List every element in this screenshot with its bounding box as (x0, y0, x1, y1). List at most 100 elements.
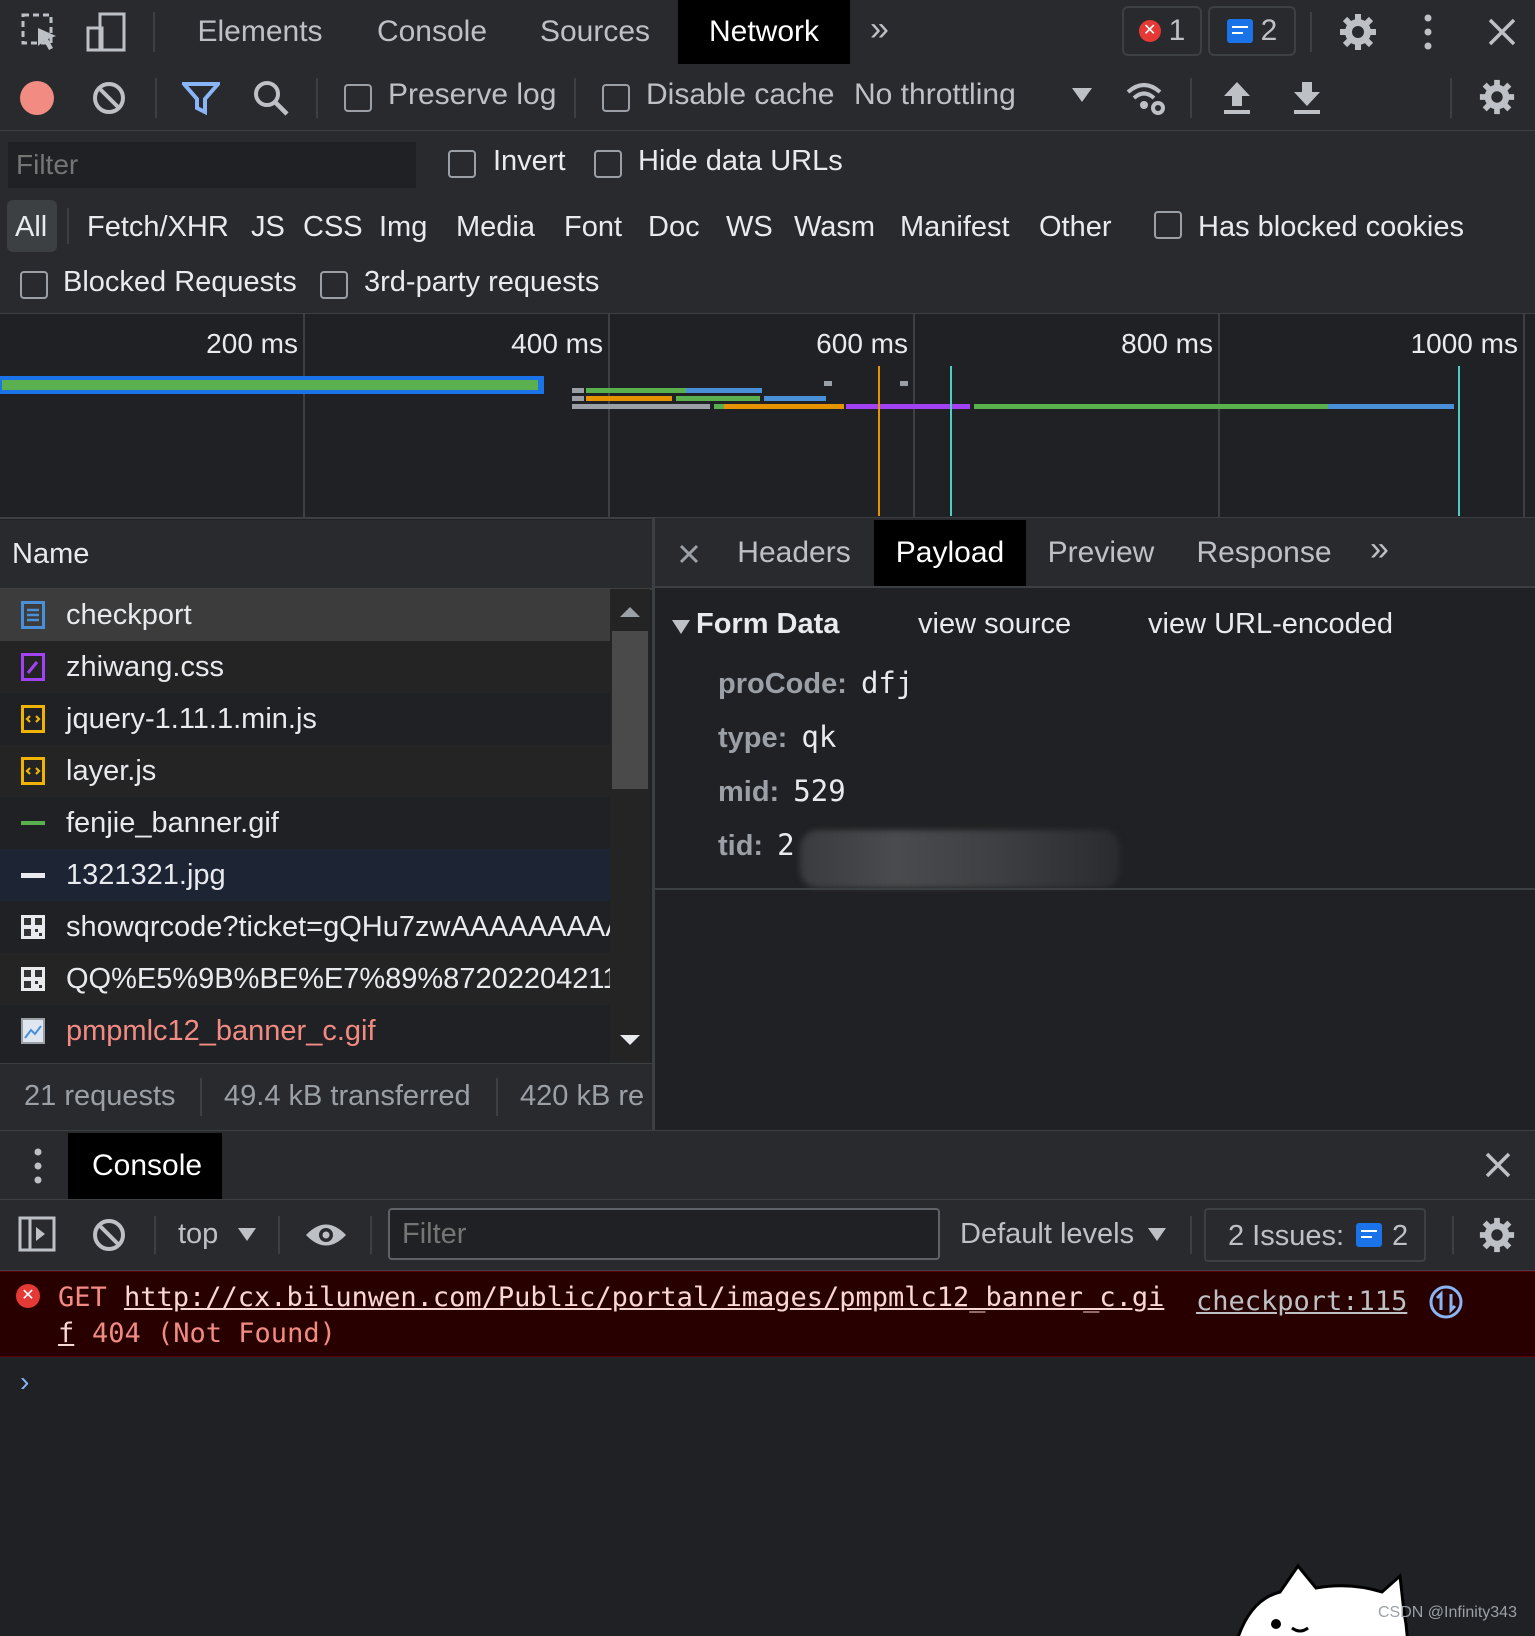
tab-console[interactable]: Console (352, 0, 512, 64)
detail-tab-preview[interactable]: Preview (1036, 520, 1166, 586)
tab-sources[interactable]: Sources (520, 0, 670, 64)
console-input-area[interactable] (50, 1362, 1510, 1402)
clear-icon[interactable] (92, 81, 126, 115)
qr-code-icon (20, 965, 46, 993)
request-row-showqrcode[interactable]: showqrcode?ticket=gQHu7zwAAAAAAAAA (0, 901, 610, 953)
request-row-checkport[interactable]: checkport (0, 589, 610, 641)
form-data-title[interactable]: Form Data (696, 608, 839, 641)
request-row-1321321-jpg[interactable]: 1321321.jpg (0, 849, 610, 901)
field-value: dfj (860, 666, 914, 700)
drawer-menu-icon[interactable] (30, 1147, 46, 1185)
error-url-link[interactable]: http://cx.bilunwen.com/Public/portal/ima… (124, 1282, 1164, 1313)
network-settings-gear-icon[interactable] (1478, 78, 1516, 116)
name-column-header[interactable]: Name (0, 520, 652, 588)
detail-tab-headers[interactable]: Headers (724, 520, 864, 586)
clear-console-icon[interactable] (92, 1218, 126, 1252)
invert-checkbox[interactable] (448, 150, 476, 178)
form-data-expand-icon[interactable] (672, 620, 690, 634)
search-icon[interactable] (252, 79, 290, 117)
detail-tab-payload[interactable]: Payload (874, 520, 1026, 586)
preserve-log-checkbox[interactable] (344, 84, 372, 112)
throttling-select[interactable]: No throttling (854, 78, 1016, 112)
request-row-qq-image[interactable]: QQ%E5%9B%BE%E7%89%872022042116 (0, 953, 610, 1005)
network-request-icon[interactable] (1428, 1284, 1464, 1320)
message-count-badge[interactable]: 2 (1208, 6, 1296, 56)
export-har-icon[interactable] (1292, 78, 1322, 116)
network-conditions-icon[interactable] (1124, 78, 1168, 118)
timeline-tick: 200 ms (206, 328, 298, 359)
error-icon: ✕ (1138, 20, 1161, 42)
close-devtools-icon[interactable] (1486, 16, 1518, 48)
error-url-tail[interactable]: f (58, 1318, 74, 1349)
disable-cache-checkbox[interactable] (602, 84, 630, 112)
issues-button[interactable]: 2 Issues: 2 (1204, 1208, 1426, 1262)
request-name-error: pmpmlc12_banner_c.gif (66, 1014, 376, 1047)
type-filter-ws[interactable]: WS (726, 203, 773, 251)
show-sidebar-icon[interactable] (18, 1216, 56, 1252)
request-row-pmpmlc12-banner[interactable]: pmpmlc12_banner_c.gif (0, 1005, 610, 1057)
third-party-checkbox[interactable] (320, 271, 348, 299)
invert-label: Invert (493, 145, 566, 177)
console-toolbar: top Default levels 2 Issues: 2 (0, 1200, 1535, 1270)
settings-gear-icon[interactable] (1338, 12, 1378, 52)
console-settings-gear-icon[interactable] (1478, 1216, 1516, 1254)
live-expression-eye-icon[interactable] (304, 1220, 348, 1250)
scroll-up-arrow-icon[interactable] (620, 607, 640, 617)
type-filter-media[interactable]: Media (456, 203, 535, 251)
type-filter-css[interactable]: CSS (303, 203, 363, 251)
timeline-tick: 600 ms (816, 328, 908, 359)
blocked-requests-checkbox[interactable] (20, 271, 48, 299)
type-filter-all[interactable]: All (15, 203, 47, 251)
scrollbar-thumb[interactable] (612, 631, 648, 789)
name-header-label: Name (12, 538, 90, 570)
type-filter-other[interactable]: Other (1039, 203, 1112, 251)
context-dropdown-icon[interactable] (238, 1228, 256, 1241)
view-url-encoded-link[interactable]: view URL-encoded (1148, 608, 1393, 641)
tab-network[interactable]: Network (678, 0, 850, 64)
type-filter-manifest[interactable]: Manifest (900, 203, 1010, 251)
view-source-link[interactable]: view source (918, 608, 1071, 641)
tab-elements[interactable]: Elements (180, 0, 340, 64)
type-filter-js[interactable]: JS (251, 203, 285, 251)
type-filter-fetch-xhr[interactable]: Fetch/XHR (87, 203, 229, 251)
context-select[interactable]: top (178, 1218, 218, 1251)
more-detail-tabs-icon[interactable]: » (1370, 530, 1389, 569)
throttling-dropdown-icon[interactable] (1072, 88, 1092, 102)
close-detail-icon[interactable] (678, 540, 700, 564)
hide-data-urls-checkbox[interactable] (594, 150, 622, 178)
request-row-jquery[interactable]: jquery-1.11.1.min.js (0, 693, 610, 745)
log-levels-select[interactable]: Default levels (960, 1218, 1134, 1251)
request-row-layer-js[interactable]: layer.js (0, 745, 610, 797)
redacted-blur (800, 830, 1120, 888)
console-filter-input[interactable] (388, 1208, 940, 1260)
more-tabs-icon[interactable]: » (870, 12, 906, 50)
type-filter-font[interactable]: Font (564, 203, 622, 251)
request-row-fenjie-banner[interactable]: fenjie_banner.gif (0, 797, 610, 849)
request-list-scrollbar[interactable] (610, 589, 650, 1063)
detail-tab-response[interactable]: Response (1184, 520, 1344, 586)
error-source-link[interactable]: checkport:115 (1196, 1286, 1407, 1317)
filter-input[interactable] (8, 142, 416, 188)
more-options-icon[interactable] (1418, 12, 1438, 52)
device-toolbar-icon[interactable] (84, 10, 128, 54)
request-name: jquery-1.11.1.min.js (66, 702, 317, 735)
close-drawer-icon[interactable] (1484, 1151, 1512, 1179)
inspect-element-icon[interactable] (20, 12, 60, 52)
has-blocked-cookies-checkbox[interactable] (1154, 211, 1182, 239)
scroll-down-arrow-icon[interactable] (620, 1035, 640, 1045)
import-har-icon[interactable] (1222, 78, 1252, 116)
type-filter-wasm[interactable]: Wasm (794, 203, 875, 251)
type-filter-img[interactable]: Img (379, 203, 427, 251)
watermark: CSDN @Infinity343 (1378, 1604, 1517, 1621)
type-filter-doc[interactable]: Doc (648, 203, 700, 251)
log-levels-dropdown-icon[interactable] (1148, 1228, 1166, 1241)
error-count-badge[interactable]: ✕ 1 (1122, 6, 1202, 56)
request-row-zhiwang-css[interactable]: zhiwang.css (0, 641, 610, 693)
record-button[interactable] (20, 81, 54, 115)
console-prompt-icon[interactable]: › (20, 1366, 29, 1398)
filter-funnel-icon[interactable] (179, 81, 223, 116)
request-name: QQ%E5%9B%BE%E7%89%872022042116 (66, 962, 610, 995)
drawer-tab-console[interactable]: Console (68, 1133, 222, 1199)
broken-image-icon (20, 1017, 46, 1045)
form-field-tid: tid: 2 (718, 828, 795, 863)
